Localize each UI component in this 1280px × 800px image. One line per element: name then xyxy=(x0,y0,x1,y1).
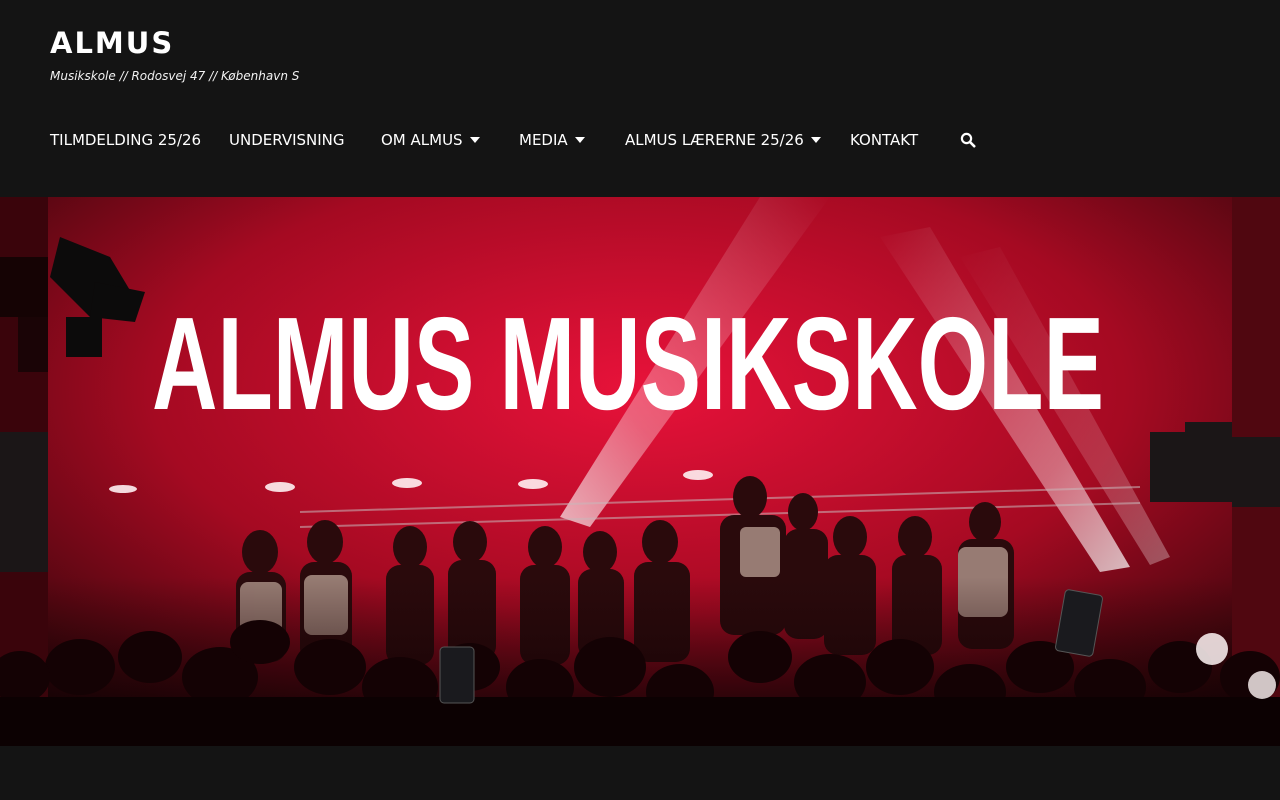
nav-item-label: KONTAKT xyxy=(850,131,919,149)
nav-item-tilmelding[interactable]: TILMDELDING 25/26 xyxy=(50,126,201,154)
nav-item-undervisning[interactable]: UNDERVISNING xyxy=(229,126,345,154)
nav-item-almus-laererne[interactable]: ALMUS LÆRERNE 25/26 xyxy=(625,126,821,154)
caret-down-icon xyxy=(810,137,821,143)
nav-item-label: TILMDELDING 25/26 xyxy=(50,131,202,149)
nav-item-label: UNDERVISNING xyxy=(229,131,345,149)
nav-item-media[interactable]: MEDIA xyxy=(519,126,585,154)
nav-item-label: ALMUS LÆRERNE 25/26 xyxy=(625,131,804,149)
search-icon[interactable] xyxy=(960,132,976,148)
hero-banner-text: ALMUS MUSIKSKOLE xyxy=(152,290,1104,437)
nav-item-label: OM ALMUS xyxy=(381,131,463,149)
nav-item-kontakt[interactable]: KONTAKT xyxy=(850,126,918,154)
site-tagline: Musikskole // Rodosvej 47 // København S xyxy=(50,69,300,83)
hero-banner-image: ALMUS MUSIKSKOLE xyxy=(0,197,1280,746)
site-title[interactable]: ALMUS xyxy=(50,26,174,60)
caret-down-icon xyxy=(574,137,585,143)
caret-down-icon xyxy=(469,137,480,143)
nav-item-om-almus[interactable]: OM ALMUS xyxy=(381,126,480,154)
nav-item-label: MEDIA xyxy=(519,131,568,149)
site-header: ALMUS Musikskole // Rodosvej 47 // Køben… xyxy=(0,0,1280,197)
